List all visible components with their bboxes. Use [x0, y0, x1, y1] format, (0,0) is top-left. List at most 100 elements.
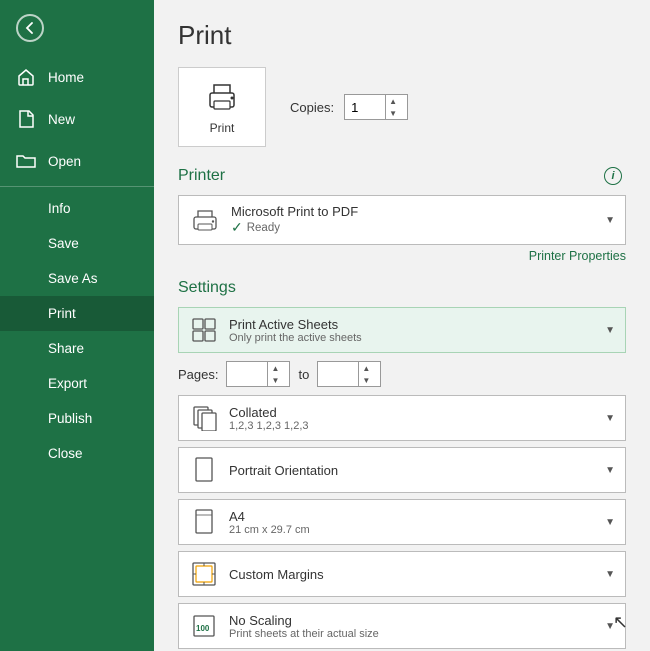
svg-text:100: 100: [196, 624, 210, 633]
print-action-area: Print Copies: ▲ ▼: [178, 67, 626, 147]
sidebar-item-save-as-label: Save As: [48, 271, 98, 286]
sidebar-item-open-label: Open: [48, 154, 81, 169]
pages-to-arrows: ▲ ▼: [358, 362, 373, 386]
sidebar-item-close-label: Close: [48, 446, 83, 461]
no-scaling-arrow: ▼: [605, 621, 615, 632]
collated-text: Collated 1,2,3 1,2,3 1,2,3: [229, 405, 595, 432]
status-check-icon: ✓: [231, 219, 243, 236]
copies-input[interactable]: [345, 98, 385, 117]
copies-up-arrow[interactable]: ▲: [386, 95, 400, 107]
active-sheets-arrow: ▼: [605, 325, 615, 336]
setting-collated[interactable]: Collated 1,2,3 1,2,3 1,2,3 ▼: [178, 395, 626, 441]
print-button-label: Print: [210, 121, 235, 135]
setting-custom-margins[interactable]: Custom Margins ▼: [178, 551, 626, 597]
sidebar-item-new-label: New: [48, 112, 75, 127]
pages-from-arrows: ▲ ▼: [267, 362, 282, 386]
custom-margins-arrow: ▼: [605, 569, 615, 580]
sidebar-item-save[interactable]: Save: [0, 226, 154, 261]
portrait-icon: [189, 455, 219, 485]
copies-down-arrow[interactable]: ▼: [386, 107, 400, 119]
a4-arrow: ▼: [605, 517, 615, 528]
pages-to-down[interactable]: ▼: [359, 374, 373, 386]
copies-control: Copies: ▲ ▼: [290, 94, 408, 120]
collated-arrow: ▼: [605, 413, 615, 424]
no-scaling-title: No Scaling: [229, 613, 595, 628]
settings-section-header: Settings: [178, 279, 626, 297]
pages-label: Pages:: [178, 367, 218, 382]
sidebar-item-close[interactable]: Close: [0, 436, 154, 471]
printer-info-icon[interactable]: i: [604, 167, 622, 185]
sidebar-item-info[interactable]: Info: [0, 191, 154, 226]
no-scaling-icon: 100: [189, 611, 219, 641]
printer-device-icon: [189, 206, 221, 234]
sidebar-item-share[interactable]: Share: [0, 331, 154, 366]
main-content: Print Print Copies: ▲ ▼ Printer: [154, 0, 650, 651]
sidebar-item-home[interactable]: Home: [0, 56, 154, 98]
printer-section-header: Printer: [178, 167, 626, 185]
home-icon: [16, 67, 36, 87]
collated-icon: [189, 403, 219, 433]
setting-portrait[interactable]: Portrait Orientation ▼: [178, 447, 626, 493]
sidebar-item-open[interactable]: Open: [0, 140, 154, 182]
sidebar-item-save-as[interactable]: Save As: [0, 261, 154, 296]
custom-margins-icon: [189, 559, 219, 589]
setting-active-sheets[interactable]: Print Active Sheets Only print the activ…: [178, 307, 626, 353]
setting-a4[interactable]: A4 21 cm x 29.7 cm ▼: [178, 499, 626, 545]
custom-margins-title: Custom Margins: [229, 567, 595, 582]
pages-from-down[interactable]: ▼: [268, 374, 282, 386]
page-title: Print: [178, 20, 626, 51]
setting-no-scaling[interactable]: 100 No Scaling Print sheets at their act…: [178, 603, 626, 649]
printer-dropdown[interactable]: Microsoft Print to PDF ✓ Ready ▼: [178, 195, 626, 245]
active-sheets-title: Print Active Sheets: [229, 317, 595, 332]
printer-icon: [204, 79, 240, 115]
sidebar-item-info-label: Info: [48, 201, 71, 216]
portrait-title: Portrait Orientation: [229, 463, 595, 478]
active-sheets-subtitle: Only print the active sheets: [229, 332, 595, 344]
a4-icon: [189, 507, 219, 537]
open-icon: [16, 151, 36, 171]
printer-status: ✓ Ready: [231, 219, 595, 236]
sidebar-item-export[interactable]: Export: [0, 366, 154, 401]
sidebar-item-print-label: Print: [48, 306, 76, 321]
collated-subtitle: 1,2,3 1,2,3 1,2,3: [229, 420, 595, 432]
printer-name: Microsoft Print to PDF: [231, 204, 595, 219]
back-button[interactable]: [0, 0, 154, 56]
sidebar-item-publish[interactable]: Publish: [0, 401, 154, 436]
pages-to-input[interactable]: [318, 365, 358, 384]
back-circle-icon: [16, 14, 44, 42]
printer-dropdown-arrow: ▼: [605, 215, 615, 226]
pages-from-input-box[interactable]: ▲ ▼: [226, 361, 290, 387]
a4-title: A4: [229, 509, 595, 524]
a4-subtitle: 21 cm x 29.7 cm: [229, 524, 595, 536]
collated-title: Collated: [229, 405, 595, 420]
active-sheets-text: Print Active Sheets Only print the activ…: [229, 317, 595, 344]
print-button[interactable]: Print: [178, 67, 266, 147]
copies-arrows: ▲ ▼: [385, 95, 400, 119]
portrait-arrow: ▼: [605, 465, 615, 476]
custom-margins-text: Custom Margins: [229, 567, 595, 582]
sidebar-item-print[interactable]: Print: [0, 296, 154, 331]
sidebar-item-publish-label: Publish: [48, 411, 92, 426]
portrait-text: Portrait Orientation: [229, 463, 595, 478]
pages-from-input[interactable]: [227, 365, 267, 384]
pages-to-label: to: [298, 367, 309, 382]
sidebar: Home New Open Info Save Save As Print Sh…: [0, 0, 154, 651]
pages-from-up[interactable]: ▲: [268, 362, 282, 374]
active-sheets-icon: [189, 315, 219, 345]
sidebar-item-home-label: Home: [48, 70, 84, 85]
printer-info: Microsoft Print to PDF ✓ Ready: [231, 204, 595, 236]
a4-text: A4 21 cm x 29.7 cm: [229, 509, 595, 536]
sidebar-item-save-label: Save: [48, 236, 79, 251]
copies-label: Copies:: [290, 100, 334, 115]
pages-row: Pages: ▲ ▼ to ▲ ▼: [178, 359, 626, 389]
copies-spinner[interactable]: ▲ ▼: [344, 94, 408, 120]
pages-to-up[interactable]: ▲: [359, 362, 373, 374]
settings-section: Settings Print Active Sheets Only print …: [178, 279, 626, 651]
pages-to-input-box[interactable]: ▲ ▼: [317, 361, 381, 387]
no-scaling-text: No Scaling Print sheets at their actual …: [229, 613, 595, 640]
printer-properties-link[interactable]: Printer Properties: [178, 249, 626, 263]
sidebar-item-export-label: Export: [48, 376, 87, 391]
sidebar-item-share-label: Share: [48, 341, 84, 356]
sidebar-item-new[interactable]: New: [0, 98, 154, 140]
printer-section: Printer i Microsoft Print to PDF ✓ Ready…: [178, 167, 626, 263]
